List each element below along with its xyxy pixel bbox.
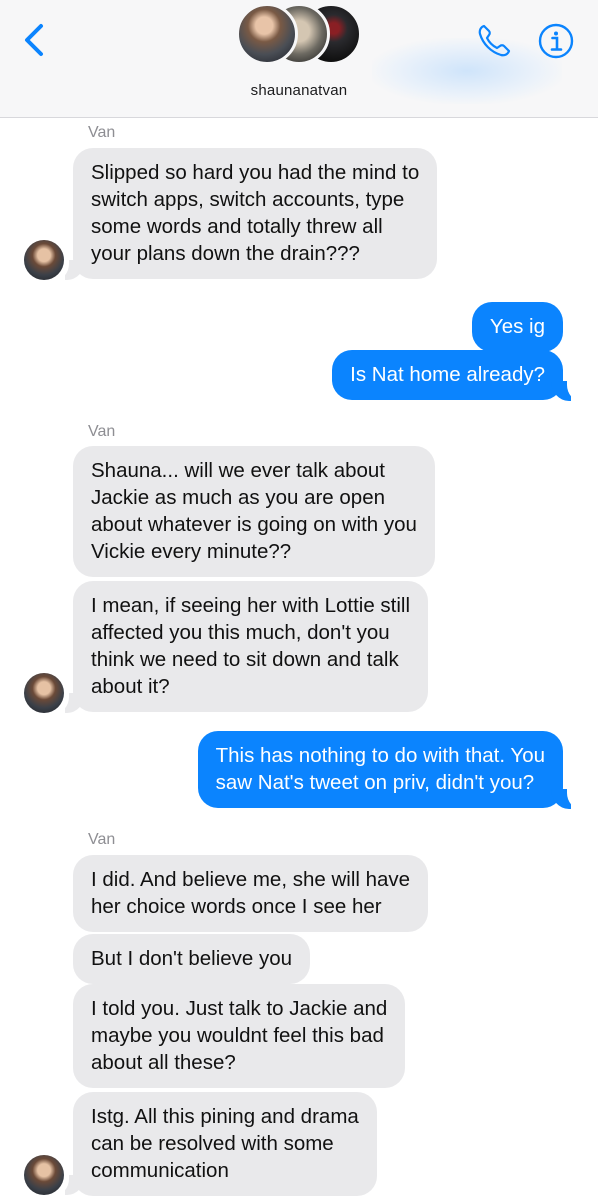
outgoing-message[interactable]: Is Nat home already? <box>332 350 563 400</box>
sender-label: Van <box>88 423 116 440</box>
incoming-message[interactable]: But I don't believe you <box>73 934 311 984</box>
contact-name[interactable]: shaunanatvan <box>0 82 598 99</box>
group-member-avatar <box>236 3 298 65</box>
phone-icon[interactable] <box>475 22 513 60</box>
bubble-tail <box>55 260 85 280</box>
incoming-message[interactable]: Shauna... will we ever talk about Jackie… <box>73 446 435 577</box>
conversation-header: shaunanatvan <box>0 0 598 118</box>
avatar[interactable] <box>24 673 64 713</box>
incoming-message[interactable]: I told you. Just talk to Jackie and mayb… <box>73 984 406 1088</box>
outgoing-message[interactable]: This has nothing to do with that. You sa… <box>197 731 563 808</box>
incoming-message[interactable]: Slipped so hard you had the mind to swit… <box>73 148 438 279</box>
info-icon[interactable] <box>537 22 575 60</box>
incoming-message[interactable]: Istg. All this pining and drama can be r… <box>73 1092 377 1196</box>
bubble-tail <box>55 693 85 713</box>
sender-label: Van <box>88 831 116 848</box>
group-avatar-stack[interactable] <box>236 3 366 71</box>
avatar[interactable] <box>24 240 64 280</box>
outgoing-message[interactable]: Yes ig <box>471 302 563 352</box>
chevron-left-icon[interactable] <box>20 22 50 58</box>
sender-label: Van <box>88 124 116 141</box>
bubble-tail <box>551 789 581 809</box>
bubble-tail <box>551 381 581 401</box>
incoming-message[interactable]: I did. And believe me, she will have her… <box>73 855 429 932</box>
avatar[interactable] <box>24 1155 64 1195</box>
incoming-message[interactable]: I mean, if seeing her with Lottie still … <box>73 581 429 712</box>
